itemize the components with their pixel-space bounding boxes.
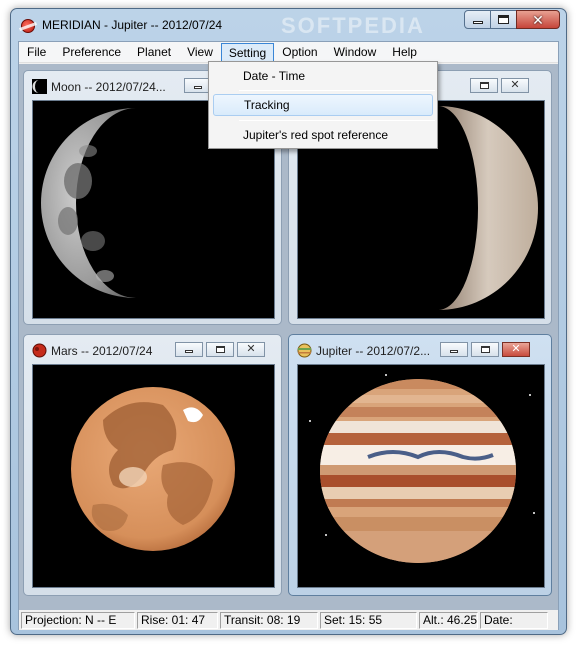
menu-item-date-time[interactable]: Date - Time	[213, 65, 433, 87]
menu-item-tracking[interactable]: Tracking	[213, 94, 433, 116]
jupiter-minimize-button[interactable]	[440, 342, 468, 357]
status-transit: Transit: 08: 19	[220, 612, 318, 629]
menu-item-red-spot-reference[interactable]: Jupiter's red spot reference	[213, 124, 433, 146]
menu-file[interactable]: File	[19, 42, 54, 63]
jupiter-window[interactable]: Jupiter -- 2012/07/2... ✕	[288, 334, 552, 596]
venus-maximize-button[interactable]	[470, 78, 498, 93]
title-bar[interactable]: MERIDIAN - Jupiter -- 2012/07/24 SOFTPED…	[11, 9, 566, 41]
maximize-icon	[498, 15, 509, 24]
title-watermark: SOFTPEDIA	[281, 13, 425, 38]
moon-window-title: Moon -- 2012/07/24...	[51, 80, 166, 94]
mars-window-controls: ✕	[175, 342, 265, 357]
jupiter-view[interactable]	[297, 364, 545, 588]
menu-separator	[239, 120, 435, 121]
close-icon: ✕	[246, 343, 256, 355]
minimize-icon	[472, 21, 483, 24]
jupiter-window-controls: ✕	[440, 342, 530, 357]
menu-help[interactable]: Help	[384, 42, 425, 63]
jupiter-window-title: Jupiter -- 2012/07/2...	[316, 344, 431, 358]
setting-menu: Date - Time Tracking Jupiter's red spot …	[208, 61, 438, 149]
status-set: Set: 15: 55	[320, 612, 417, 629]
mars-maximize-button[interactable]	[206, 342, 234, 357]
venus-close-button[interactable]: ✕	[501, 78, 529, 93]
jupiter-icon	[297, 343, 312, 358]
maximize-icon	[480, 346, 490, 353]
maximize-icon	[215, 346, 225, 353]
menu-window[interactable]: Window	[326, 42, 385, 63]
menu-option[interactable]: Option	[274, 42, 325, 63]
window-controls: ✕	[464, 10, 560, 29]
menu-view[interactable]: View	[179, 42, 221, 63]
mars-minimize-button[interactable]	[175, 342, 203, 357]
jupiter-maximize-button[interactable]	[471, 342, 499, 357]
menu-setting[interactable]: Setting	[220, 43, 275, 62]
minimize-icon	[194, 85, 202, 89]
minimize-icon	[185, 349, 193, 353]
maximize-icon	[479, 82, 489, 89]
venus-window-controls: ✕	[470, 78, 529, 93]
window-title: MERIDIAN - Jupiter -- 2012/07/24	[42, 18, 223, 32]
menu-bar: File Preference Planet View Setting Opti…	[19, 42, 558, 63]
status-projection: Projection: N -- E	[21, 612, 135, 629]
status-rise: Rise: 01: 47	[137, 612, 218, 629]
menu-preference[interactable]: Preference	[54, 42, 129, 63]
close-icon: ✕	[511, 343, 521, 355]
mars-image	[71, 387, 235, 551]
mars-window-title: Mars -- 2012/07/24	[51, 344, 153, 358]
menu-planet[interactable]: Planet	[129, 42, 179, 63]
status-date: Date:	[480, 612, 548, 629]
moon-phase-icon	[32, 79, 47, 94]
jupiter-image	[309, 374, 535, 563]
minimize-icon	[450, 349, 458, 353]
maximize-button[interactable]	[490, 10, 517, 29]
close-icon: ✕	[532, 11, 544, 28]
jupiter-close-button[interactable]: ✕	[502, 342, 530, 357]
close-icon: ✕	[510, 79, 520, 91]
status-bar: Projection: N -- E Rise: 01: 47 Transit:…	[19, 610, 558, 630]
menu-separator	[239, 90, 435, 91]
meridian-app-icon[interactable]	[21, 19, 35, 33]
mars-close-button[interactable]: ✕	[237, 342, 265, 357]
minimize-button[interactable]	[464, 10, 491, 29]
close-button[interactable]: ✕	[516, 10, 560, 29]
status-altitude: Alt.: 46.25	[419, 612, 478, 629]
mars-icon	[32, 343, 47, 358]
mars-window[interactable]: Mars -- 2012/07/24 ✕	[23, 334, 282, 596]
mars-view[interactable]	[32, 364, 275, 588]
